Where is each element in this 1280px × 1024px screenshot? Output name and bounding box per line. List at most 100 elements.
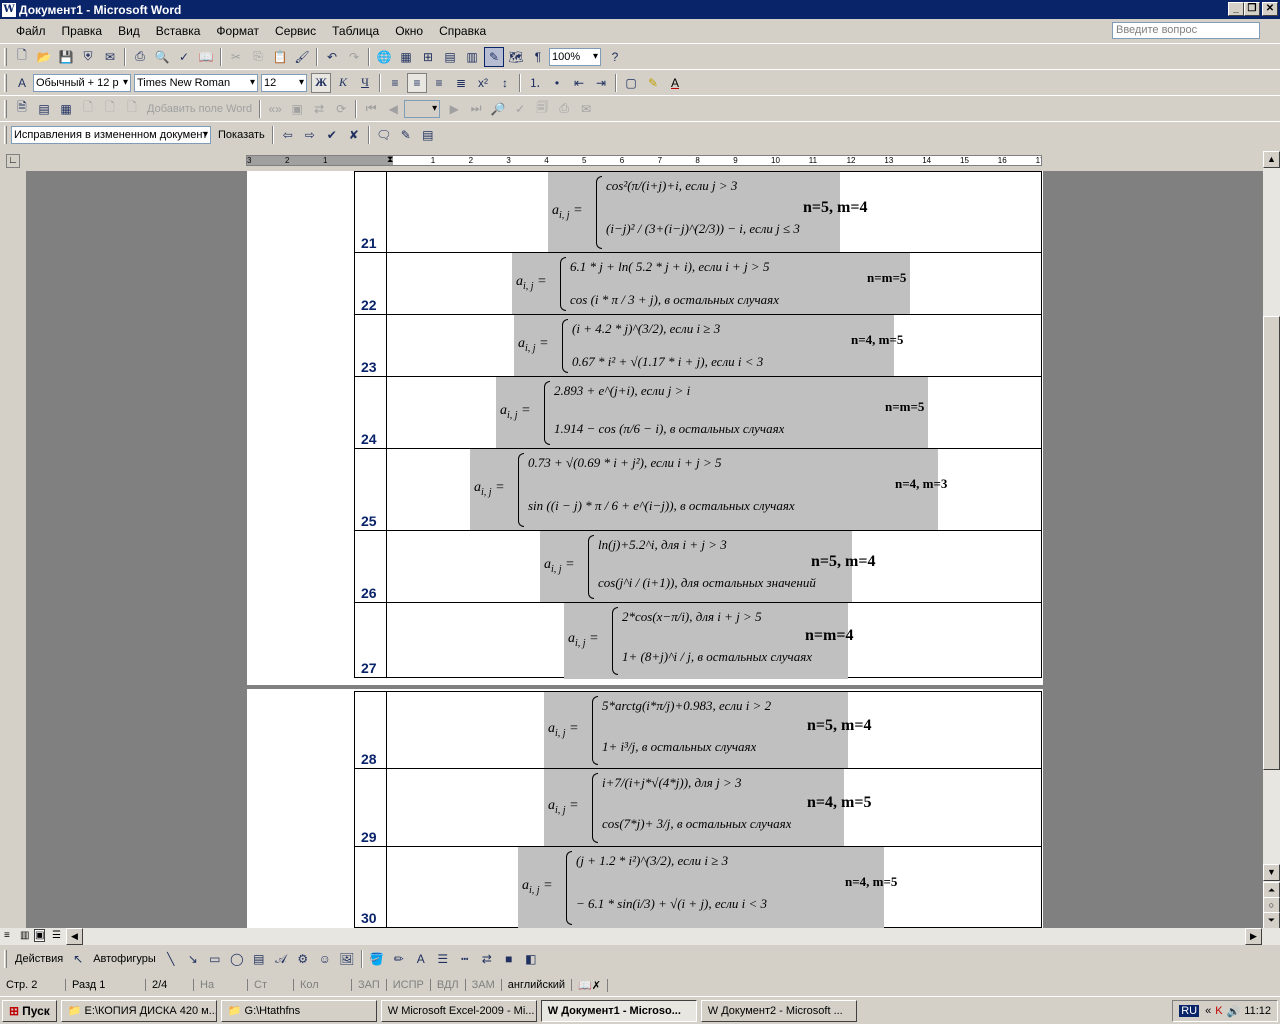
redo-icon[interactable]: ↷ bbox=[344, 47, 364, 67]
recipients-icon[interactable]: ▦ bbox=[56, 99, 76, 119]
reviewing-pane-icon[interactable]: ▤ bbox=[418, 125, 438, 145]
superscript-icon[interactable]: x² bbox=[473, 73, 493, 93]
start-button[interactable]: ⊞ Пуск bbox=[2, 999, 57, 1022]
font-size-select[interactable]: 12 bbox=[261, 73, 307, 92]
record-number-input[interactable] bbox=[404, 99, 441, 118]
menu-help[interactable]: Справка bbox=[431, 24, 494, 38]
menu-window[interactable]: Окно bbox=[387, 24, 431, 38]
drawing-icon[interactable]: ✎ bbox=[484, 46, 504, 67]
line-color-icon[interactable]: ✏ bbox=[389, 949, 409, 969]
status-overtype[interactable]: ЗАМ bbox=[466, 979, 502, 991]
taskbar-item-active[interactable]: W Документ1 - Microso... bbox=[540, 999, 697, 1022]
merge-to-email-icon[interactable]: ✉ bbox=[576, 99, 596, 119]
permission-icon[interactable]: ⛨ bbox=[78, 47, 98, 67]
formula-object[interactable]: ai, j = (i + 4.2 * j)^(3/2), если i ≥ 3 0.… bbox=[514, 315, 894, 377]
style-select[interactable]: Обычный + 12 р bbox=[33, 73, 131, 92]
vertical-scrollbar[interactable]: ▲ ▼ ⏶ ○ ⏷ bbox=[1263, 151, 1280, 929]
previous-change-icon[interactable]: ⇦ bbox=[278, 125, 298, 145]
table-row[interactable]: 21 ai, j = cos²(π/(i+j)+i, если j > 3 (i−j)… bbox=[354, 171, 1042, 253]
formula-object[interactable]: ai, j = 0.73 + √(0.69 * i + j²), если i +… bbox=[470, 449, 938, 531]
taskbar-item[interactable]: W Документ2 - Microsoft ... bbox=[700, 999, 857, 1022]
table-row[interactable]: 25 ai, j = 0.73 + √(0.69 * i + j²), если i… bbox=[354, 448, 1042, 531]
formula-object[interactable]: ai, j = ln(j)+5.2^i, для i + j > 3 cos(j^i… bbox=[540, 531, 852, 603]
horizontal-scrollbar[interactable]: ≡ ▥ ▣ ☰ ◀ ▶ bbox=[0, 928, 1280, 945]
maximize-button[interactable]: ❐ bbox=[1244, 2, 1260, 16]
table-row[interactable]: 28 ai, j = 5*arctg(i*π/j)+0.983, если i > … bbox=[354, 691, 1042, 769]
line-icon[interactable]: ╲ bbox=[161, 949, 181, 969]
bold-button[interactable]: Ж bbox=[311, 72, 331, 93]
decrease-indent-icon[interactable]: ⇤ bbox=[569, 73, 589, 93]
first-record-icon[interactable]: ⏮ bbox=[361, 99, 381, 119]
open-data-source-icon[interactable]: ▤ bbox=[34, 99, 54, 119]
align-left-icon[interactable]: ≡ bbox=[385, 73, 405, 93]
propagate-labels-icon[interactable]: ⟳ bbox=[331, 99, 351, 119]
spelling-status-icon[interactable]: 📖✗ bbox=[572, 978, 608, 992]
minimize-button[interactable]: _ bbox=[1228, 2, 1244, 16]
track-changes-icon[interactable]: ✎ bbox=[396, 125, 416, 145]
toolbar-grip[interactable] bbox=[4, 99, 7, 118]
document-area[interactable]: 21 ai, j = cos²(π/(i+j)+i, если j > 3 (i−j)… bbox=[26, 171, 1263, 928]
table-row[interactable]: 29 ai, j = i+7/(i+j*√(4*j)), для j > 3 cos(… bbox=[354, 768, 1042, 847]
draw-actions-menu[interactable]: Действия bbox=[11, 953, 67, 965]
zoom-select[interactable]: 100% bbox=[549, 47, 601, 66]
format-painter-icon[interactable]: 🖌 bbox=[292, 47, 312, 67]
text-box-icon[interactable]: ▤ bbox=[249, 949, 269, 969]
insert-table-icon[interactable]: ⊞ bbox=[418, 47, 438, 67]
insert-greeting-icon[interactable]: 🗋 bbox=[100, 99, 120, 119]
cut-icon[interactable]: ✂ bbox=[226, 47, 246, 67]
shadow-icon[interactable]: ■ bbox=[499, 949, 519, 969]
formula-object[interactable]: ai, j = cos²(π/(i+j)+i, если j > 3 (i−j)² … bbox=[548, 172, 840, 253]
indent-marker-icon[interactable]: ⧗ bbox=[387, 156, 393, 165]
justify-icon[interactable]: ≣ bbox=[451, 73, 471, 93]
underline-button[interactable]: Ч bbox=[355, 73, 375, 93]
formula-object[interactable]: ai, j = (j + 1.2 * i²)^(3/2), если i ≥ 3 −… bbox=[518, 847, 884, 928]
formula-object[interactable]: ai, j = 2.893 + e^(j+i), если j > i 1.914 … bbox=[496, 377, 928, 449]
outline-view-icon[interactable]: ☰ bbox=[52, 930, 61, 941]
clip-art-icon[interactable]: ☺ bbox=[315, 949, 335, 969]
reject-change-icon[interactable]: ✘ bbox=[344, 125, 364, 145]
merge-to-document-icon[interactable]: 🗐 bbox=[532, 99, 552, 119]
formula-object[interactable]: ai, j = i+7/(i+j*√(4*j)), для j > 3 cos(7*… bbox=[544, 769, 844, 847]
align-right-icon[interactable]: ≡ bbox=[429, 73, 449, 93]
undo-icon[interactable]: ↶ bbox=[322, 47, 342, 67]
wordart-icon[interactable]: 𝒜 bbox=[271, 949, 291, 969]
taskbar-item[interactable]: 📁 G:\Htathfns bbox=[220, 999, 377, 1022]
toolbar-grip[interactable] bbox=[4, 47, 7, 66]
scroll-down-icon[interactable]: ▼ bbox=[1263, 864, 1280, 881]
menu-format[interactable]: Формат bbox=[208, 24, 267, 38]
hyperlink-icon[interactable]: 🌐 bbox=[374, 47, 394, 67]
web-view-icon[interactable]: ▥ bbox=[20, 930, 29, 941]
toolbar-grip[interactable] bbox=[4, 125, 7, 144]
email-icon[interactable]: ✉ bbox=[100, 47, 120, 67]
formula-object[interactable]: ai, j = 6.1 * j + ln( 5.2 * j + i), если … bbox=[512, 253, 910, 315]
italic-button[interactable]: К bbox=[333, 73, 353, 93]
add-word-field-button[interactable]: Добавить поле Word bbox=[143, 103, 256, 115]
3d-icon[interactable]: ◧ bbox=[521, 949, 541, 969]
columns-icon[interactable]: ▥ bbox=[462, 47, 482, 67]
draw-font-color-icon[interactable]: A bbox=[411, 949, 431, 969]
fill-color-icon[interactable]: 🪣 bbox=[367, 949, 387, 969]
scroll-left-icon[interactable]: ◀ bbox=[66, 928, 83, 945]
align-center-icon[interactable]: ≡ bbox=[407, 72, 427, 93]
network-icon[interactable]: 🔊 bbox=[1227, 1005, 1241, 1018]
insert-fields-icon[interactable]: 🗋 bbox=[122, 99, 142, 119]
scroll-up-icon[interactable]: ▲ bbox=[1263, 151, 1280, 168]
table-row[interactable]: 24 ai, j = 2.893 + e^(j+i), если j > i 1.91… bbox=[354, 376, 1042, 449]
ruler-scale[interactable]: ⧗ 3211234567891011121314151617 bbox=[246, 155, 1042, 166]
document-map-icon[interactable]: 🗺 bbox=[506, 47, 526, 67]
menu-insert[interactable]: Вставка bbox=[148, 24, 209, 38]
help-icon[interactable]: ? bbox=[605, 47, 625, 67]
table-row[interactable]: 27 ai, j = 2*cos(x−π/i), для i + j > 5 1+ (… bbox=[354, 602, 1042, 679]
status-language[interactable]: английский bbox=[502, 979, 573, 991]
next-record-icon[interactable]: ▶ bbox=[444, 99, 464, 119]
table-row[interactable]: 22 ai, j = 6.1 * j + ln( 5.2 * j + i), есл… bbox=[354, 252, 1042, 315]
highlight-icon[interactable]: ✎ bbox=[643, 73, 663, 93]
increase-indent-icon[interactable]: ⇥ bbox=[591, 73, 611, 93]
main-document-setup-icon[interactable]: 🗎 bbox=[12, 99, 32, 119]
show-menu-button[interactable]: Показать bbox=[214, 129, 269, 141]
spelling-icon[interactable]: ✓ bbox=[174, 47, 194, 67]
status-track[interactable]: ИСПР bbox=[387, 979, 431, 991]
find-entry-icon[interactable]: 🔎 bbox=[488, 99, 508, 119]
tables-borders-icon[interactable]: ▦ bbox=[396, 47, 416, 67]
formula-object[interactable]: ai, j = 5*arctg(i*π/j)+0.983, если i > 2 1… bbox=[544, 692, 848, 769]
